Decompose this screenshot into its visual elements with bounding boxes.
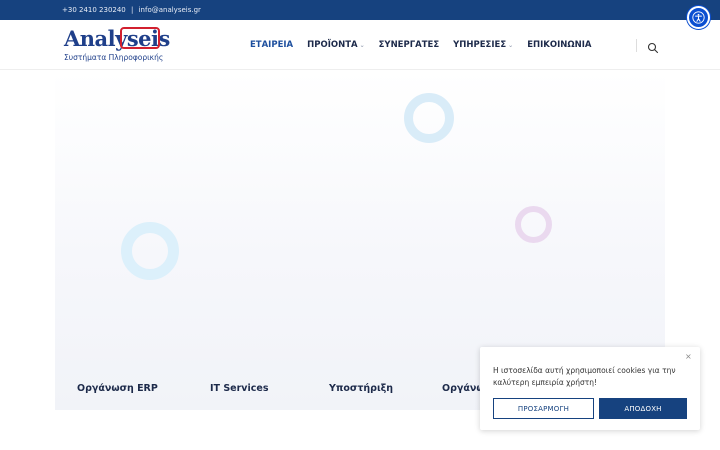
site-header: Analyseis Συστήματα Πληροφορικής ΕΤΑΙΡΕΙ… bbox=[0, 20, 720, 70]
nav-item-company[interactable]: ΕΤΑΙΡΕΙΑ bbox=[250, 40, 293, 50]
feature-organization[interactable]: Οργάνω bbox=[442, 383, 485, 394]
cookie-message: Η ιστοσελίδα αυτή χρησιμοποιεί cookies γ… bbox=[493, 366, 676, 387]
nav-item-products[interactable]: ΠΡΟΪΟΝΤΑ ⌄ bbox=[307, 40, 364, 50]
contact-info: +30 2410 230240 | info@analyseis.gr bbox=[62, 6, 201, 14]
feature-support[interactable]: Υποστήριξη bbox=[329, 383, 393, 394]
accessibility-icon bbox=[692, 11, 705, 24]
feature-it-services[interactable]: IT Services bbox=[210, 383, 268, 394]
decorative-ring bbox=[515, 206, 552, 243]
main-navigation: ΕΤΑΙΡΕΙΑ ΠΡΟΪΟΝΤΑ ⌄ ΣΥΝΕΡΓΑΤΕΣ ΥΠΗΡΕΣΙΕΣ ⌄… bbox=[250, 40, 605, 50]
logo-subtitle: Συστήματα Πληροφορικής bbox=[64, 53, 164, 62]
logo-frame bbox=[120, 27, 160, 49]
phone-number[interactable]: +30 2410 230240 bbox=[62, 6, 126, 14]
contact-separator: | bbox=[131, 6, 134, 14]
site-logo[interactable]: Analyseis Συστήματα Πληροφορικής bbox=[62, 26, 170, 66]
cookie-accept-button[interactable]: ΑΠΟΔΟΧΗ bbox=[599, 398, 687, 419]
chevron-down-icon: ⌄ bbox=[359, 41, 365, 49]
decorative-ring bbox=[404, 93, 454, 143]
close-icon[interactable]: × bbox=[685, 352, 692, 361]
header-divider bbox=[636, 39, 637, 52]
chevron-down-icon: ⌄ bbox=[508, 41, 514, 49]
accessibility-button[interactable] bbox=[687, 6, 710, 29]
decorative-ring bbox=[121, 222, 179, 280]
cookie-customize-button[interactable]: ΠΡΟΣΑΡΜΟΓΗ bbox=[493, 398, 594, 419]
nav-item-partners[interactable]: ΣΥΝΕΡΓΑΤΕΣ bbox=[379, 40, 440, 50]
search-button[interactable] bbox=[647, 39, 659, 54]
nav-item-services[interactable]: ΥΠΗΡΕΣΙΕΣ ⌄ bbox=[453, 40, 513, 50]
cookie-consent-banner: × Η ιστοσελίδα αυτή χρησιμοποιεί cookies… bbox=[480, 347, 700, 430]
search-icon bbox=[647, 42, 659, 54]
nav-item-contact[interactable]: ΕΠΙΚΟΙΝΩΝΙΑ bbox=[527, 40, 591, 50]
top-contact-bar: +30 2410 230240 | info@analyseis.gr bbox=[0, 0, 720, 20]
feature-erp[interactable]: Οργάνωση ERP bbox=[77, 383, 158, 394]
email-link[interactable]: info@analyseis.gr bbox=[139, 6, 201, 14]
